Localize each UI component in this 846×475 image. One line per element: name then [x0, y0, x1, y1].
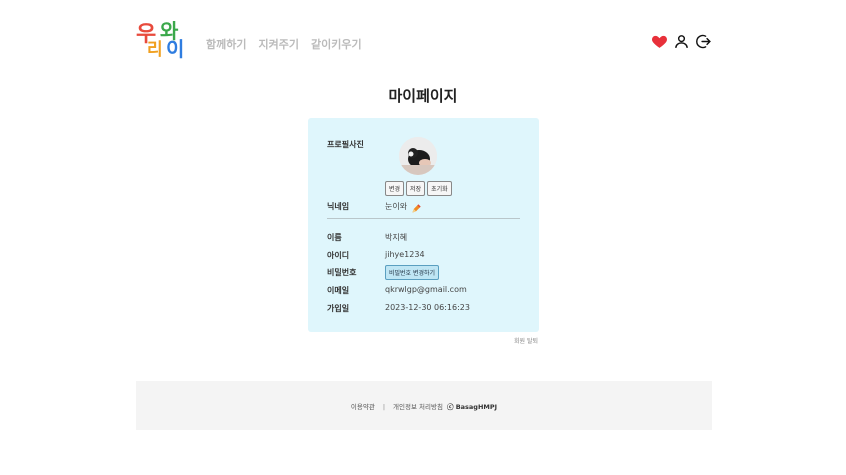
password-label: 비밀번호 [327, 268, 357, 277]
page-title: 마이페이지 [388, 87, 458, 105]
nickname-label: 닉네임 [327, 202, 350, 211]
main-nav: 함께하기 지켜주기 같이키우기 [206, 36, 362, 52]
nav-item-raise-together[interactable]: 같이키우기 [311, 36, 362, 52]
footer-links: 이용약관 | 개인정보 처리방침 ⓒ BasagHMPJ [136, 401, 712, 411]
privacy-link[interactable]: 개인정보 처리방침 [393, 403, 443, 411]
logo-char-4: 이 [166, 37, 185, 61]
reset-photo-button[interactable]: 초기화 [427, 181, 452, 196]
joined-label: 가입일 [327, 304, 350, 313]
photo-buttons: 변경 저장 초기화 [385, 181, 452, 196]
user-icon[interactable] [673, 33, 690, 50]
change-photo-button[interactable]: 변경 [385, 181, 405, 196]
nav-item-protect[interactable]: 지켜주기 [258, 36, 298, 52]
save-photo-button[interactable]: 저장 [406, 181, 426, 196]
nav-item-together[interactable]: 함께하기 [206, 36, 246, 52]
copyright: ⓒ BasagHMPJ [446, 403, 498, 411]
footer-divider: | [382, 403, 386, 411]
heart-icon[interactable] [651, 33, 668, 50]
change-password-button[interactable]: 비밀번호 변경하기 [385, 265, 440, 280]
footer: 이용약관 | 개인정보 처리방침 ⓒ BasagHMPJ [136, 381, 712, 430]
name-label: 이름 [327, 233, 342, 242]
name-value: 박지혜 [385, 233, 408, 242]
profile-avatar [399, 137, 437, 175]
withdraw-link[interactable]: 회원 탈퇴 [514, 336, 538, 345]
terms-link[interactable]: 이용약관 [351, 403, 375, 411]
email-value: qkrwlgp@gmail.com [385, 285, 467, 294]
edit-nickname-icon[interactable] [411, 199, 422, 213]
photo-label: 프로필사진 [327, 140, 364, 149]
logo-char-2: 리 [147, 40, 163, 60]
section-divider [327, 218, 520, 219]
header: 우 리 와 이 함께하기 지켜주기 같이키우기 [136, 20, 712, 64]
logout-icon[interactable] [695, 33, 712, 50]
nickname-value: 눈이와 [385, 202, 408, 211]
id-label: 아이디 [327, 251, 350, 260]
joined-value: 2023-12-30 06:16:23 [385, 303, 470, 312]
email-label: 이메일 [327, 286, 350, 295]
header-icons [651, 33, 712, 50]
id-value: jihye1234 [385, 250, 425, 259]
profile-card: 프로필사진 변경 저장 초기화 닉네임 눈이와 이름 박지혜 아이디 jihye… [308, 118, 539, 332]
logo[interactable]: 우 리 와 이 [136, 20, 188, 62]
